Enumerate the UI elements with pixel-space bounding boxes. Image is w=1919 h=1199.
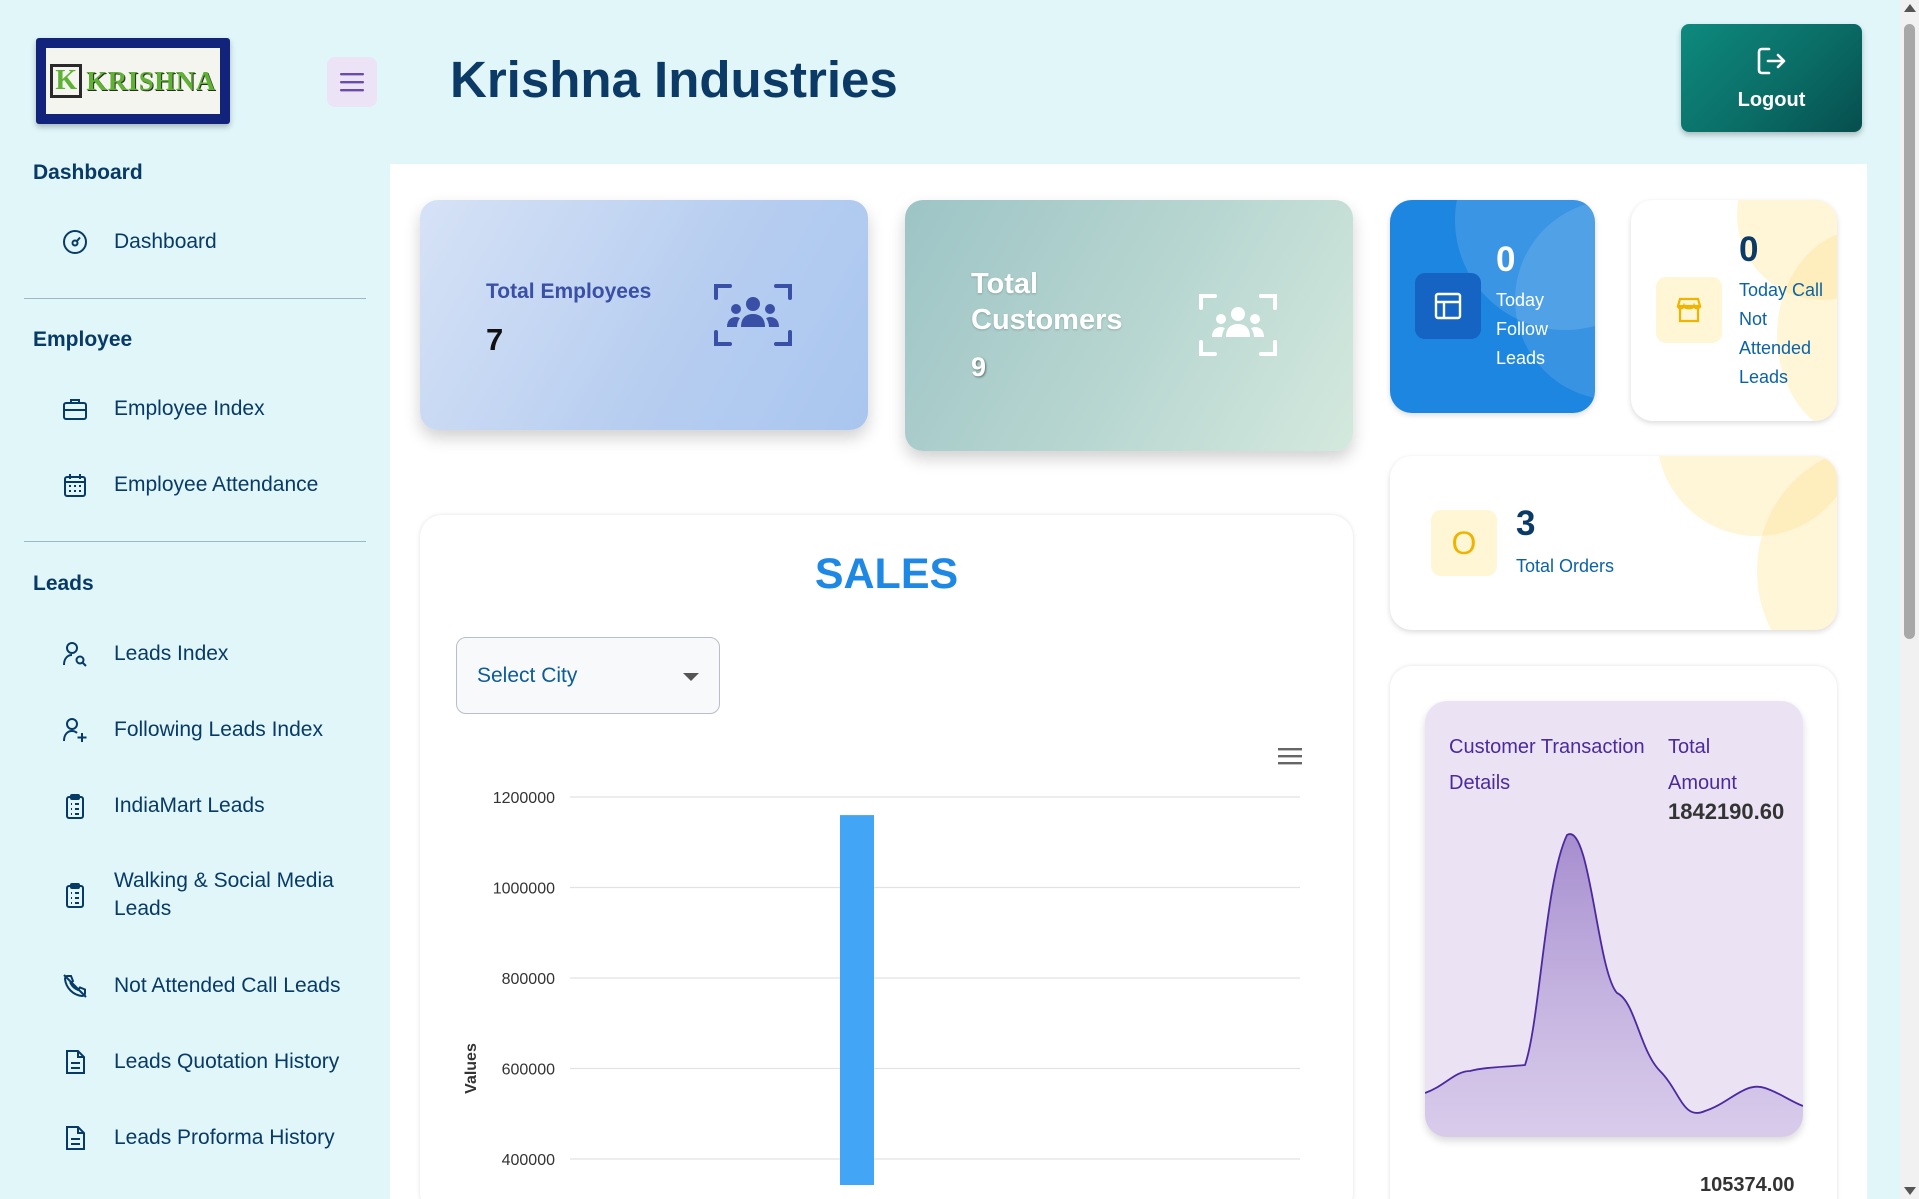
section-title-leads: Leads xyxy=(33,572,94,595)
y-tick-label: 600000 xyxy=(502,1062,555,1079)
sidebar-item-leads-proforma-history[interactable]: Leads Proforma History xyxy=(60,1123,380,1153)
sales-title: SALES xyxy=(814,550,959,598)
orders-icon: O xyxy=(1431,510,1497,576)
logout-icon xyxy=(1757,47,1785,74)
y-tick-label: 1200000 xyxy=(493,790,555,807)
file-text-icon xyxy=(60,1047,90,1077)
scrollbar-thumb[interactable] xyxy=(1904,24,1915,639)
sidebar-item-label: Leads Index xyxy=(114,642,229,665)
city-select[interactable]: Select City xyxy=(456,637,720,714)
sidebar-item-label: Employee Attendance xyxy=(114,473,319,496)
calendar-icon xyxy=(60,470,90,500)
city-select-value: Select City xyxy=(477,663,578,687)
total-orders-card[interactable]: O 3 Total Orders xyxy=(1390,456,1837,630)
store-icon xyxy=(1656,277,1722,343)
sales-card: SALES Select City 1200000 1000000 800000 60… xyxy=(420,515,1353,1199)
card-value: 3 xyxy=(1516,504,1536,543)
sidebar-item-label: Walking & Social Media Leads xyxy=(114,869,334,920)
today-not-attended-leads-card[interactable]: 0 Today Call Not Attended Leads xyxy=(1631,200,1837,421)
sidebar-item-label: Not Attended Call Leads xyxy=(114,974,341,997)
sidebar-item-label: Employee Index xyxy=(114,397,265,420)
gauge-icon xyxy=(60,227,90,257)
logout-label: Logout xyxy=(1737,88,1806,111)
clipboard-list-icon xyxy=(60,880,90,910)
sidebar-item-leads-quotation-history[interactable]: Leads Quotation History xyxy=(60,1047,380,1077)
y-axis-label: Values xyxy=(463,1043,480,1094)
chevron-down-icon xyxy=(683,673,699,681)
sidebar-item-label: Leads Quotation History xyxy=(114,1050,340,1073)
sidebar-item-label: IndiaMart Leads xyxy=(114,794,265,817)
table-icon xyxy=(1415,273,1481,339)
total-amount-label: Total Amount xyxy=(1668,736,1737,794)
transaction-card: Customer Transaction Details Total Amoun… xyxy=(1390,666,1837,1199)
sidebar-item-label: Dashboard xyxy=(114,230,217,253)
briefcase-icon xyxy=(60,394,90,424)
card-label: Today Call Not Attended Leads xyxy=(1739,280,1824,387)
sales-bar[interactable] xyxy=(840,815,874,1185)
area-chart-fill xyxy=(1425,834,1803,1137)
menu-toggle-button[interactable] xyxy=(327,57,377,107)
sidebar: K KRISHNA Dashboard Dashboard Employee E… xyxy=(0,0,390,1199)
y-tick-label: 800000 xyxy=(502,971,555,988)
card-value: 0 xyxy=(1739,230,1759,269)
sidebar-item-not-attended-call-leads[interactable]: Not Attended Call Leads xyxy=(60,971,380,1001)
page-scrollbar[interactable] xyxy=(1900,0,1919,1199)
logo-mark-icon: K xyxy=(50,64,83,98)
clipboard-list-icon xyxy=(60,791,90,821)
phone-off-icon xyxy=(60,971,90,1001)
transaction-area-chart-panel: Customer Transaction Details Total Amoun… xyxy=(1425,701,1803,1137)
today-follow-leads-card[interactable]: 0 Today Follow Leads xyxy=(1390,200,1595,413)
total-employees-card[interactable]: Total Employees 7 xyxy=(420,200,868,430)
card-label: Total Customers xyxy=(971,268,1123,336)
sidebar-divider xyxy=(24,298,366,299)
card-label: Total Orders xyxy=(1516,556,1615,576)
logo-text: KRISHNA xyxy=(86,65,216,96)
transaction-next-value: 105374.00 xyxy=(1700,1174,1795,1196)
scroll-up-arrow-icon[interactable] xyxy=(1904,4,1916,12)
section-title-dashboard: Dashboard xyxy=(33,161,143,184)
y-tick-label: 400000 xyxy=(502,1152,555,1169)
card-value: 0 xyxy=(1496,240,1516,279)
sidebar-item-employee-index[interactable]: Employee Index xyxy=(60,394,380,424)
card-value: 9 xyxy=(971,352,987,382)
card-value: 7 xyxy=(486,322,504,357)
card-label: Total Employees xyxy=(486,280,652,303)
file-text-icon xyxy=(60,1123,90,1153)
users-scan-icon xyxy=(1199,294,1277,361)
total-customers-card[interactable]: Total Customers 9 xyxy=(905,200,1353,451)
total-amount-value: 1842190.60 xyxy=(1668,799,1785,824)
section-title-employee: Employee xyxy=(33,328,133,351)
logout-button[interactable]: Logout xyxy=(1681,24,1862,132)
y-tick-label: 1000000 xyxy=(493,881,555,898)
scroll-down-arrow-icon[interactable] xyxy=(1904,1187,1916,1195)
hamburger-icon xyxy=(340,73,364,92)
sidebar-item-indiamart-leads[interactable]: IndiaMart Leads xyxy=(60,791,380,821)
sidebar-item-dashboard[interactable]: Dashboard xyxy=(60,227,380,257)
transaction-title: Customer Transaction Details xyxy=(1449,736,1645,794)
sidebar-divider xyxy=(24,541,366,542)
user-plus-icon xyxy=(60,715,90,745)
sidebar-item-walking-social-media-leads[interactable]: Walking & Social Media Leads xyxy=(60,867,380,923)
user-search-icon xyxy=(60,639,90,669)
sales-bar-chart: 1200000 1000000 800000 600000 400000 Values xyxy=(463,790,1300,1185)
sidebar-item-following-leads-index[interactable]: Following Leads Index xyxy=(60,715,380,745)
sidebar-item-employee-attendance[interactable]: Employee Attendance xyxy=(60,470,380,500)
company-logo[interactable]: K KRISHNA xyxy=(36,38,230,124)
card-label: Today Follow Leads xyxy=(1496,290,1549,368)
sidebar-item-label: Following Leads Index xyxy=(114,718,323,741)
page-title: Krishna Industries xyxy=(450,51,898,108)
sidebar-item-label: Leads Proforma History xyxy=(114,1126,335,1149)
users-scan-icon xyxy=(714,284,792,351)
sidebar-item-leads-index[interactable]: Leads Index xyxy=(60,639,380,669)
